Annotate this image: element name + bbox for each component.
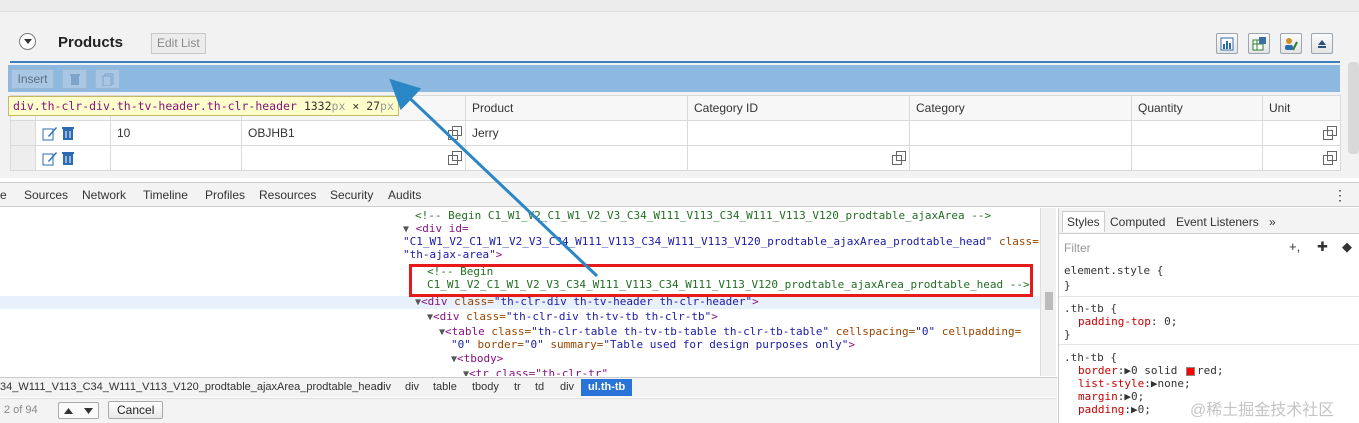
annotation-arrow [389, 78, 599, 278]
screen: Products Edit List Insert Product Catego… [0, 0, 1359, 423]
watermark: @稀土掘金技术社区 [1190, 402, 1335, 419]
